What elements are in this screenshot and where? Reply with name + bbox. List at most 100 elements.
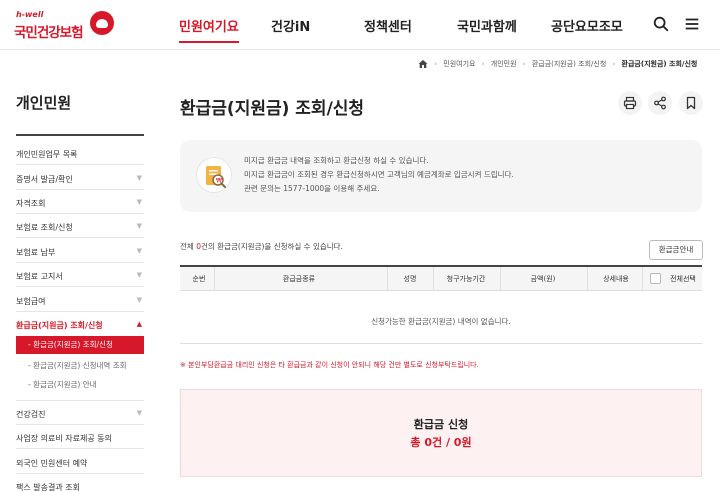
- sidebar-divider: [16, 262, 144, 263]
- count-suffix: 건의 환급금(지원금)을 신청하실 수 있습니다.: [200, 242, 343, 251]
- share-button[interactable]: [648, 91, 672, 115]
- sidebar-subitem-label: 환급금(지원금) 조회/신청: [33, 340, 113, 349]
- sidebar-item-insurance-benefit[interactable]: 보험급여 ▼: [16, 296, 144, 307]
- refund-guide-button[interactable]: 환급금안내: [649, 240, 703, 260]
- sidebar-item-qualification[interactable]: 자격조회 ▼: [16, 198, 144, 209]
- sidebar-item-label: 보험급여: [16, 297, 46, 306]
- column-header-no: 순번: [192, 275, 206, 283]
- sidebar-item-label: 사업장 의료비 자료제공 동의: [16, 434, 112, 443]
- svg-text:₩: ₩: [216, 178, 222, 185]
- sidebar-subitem-refund-inquiry[interactable]: - 환급금(지원금) 조회/신청: [16, 336, 144, 354]
- sidebar-divider: [16, 473, 144, 474]
- sidebar-item-label: 팩스 발송결과 조회: [16, 483, 80, 492]
- table-empty-message: 신청가능한 환급금(지원금) 내역이 없습니다.: [371, 317, 511, 326]
- refund-search-icon: ₩: [196, 157, 232, 193]
- sidebar-item-label: 증명서 발급/확인: [16, 175, 73, 184]
- sidebar-item-label: 보험료 납부: [16, 248, 56, 257]
- sidebar-item-label: 개인민원업무 목록: [16, 150, 78, 159]
- nav-item-health-in[interactable]: 건강iN: [271, 16, 310, 35]
- sidebar-item-premium-inquiry[interactable]: 보험료 조회/신청 ▼: [16, 222, 144, 233]
- logo-subtitle: h-well: [16, 10, 44, 19]
- summary-label: 환급금 신청: [413, 418, 469, 431]
- column-divider: [214, 267, 215, 291]
- sidebar-divider: [16, 237, 144, 238]
- menu-icon[interactable]: [683, 15, 701, 33]
- sidebar-item-fax-result[interactable]: 팩스 발송결과 조회: [16, 482, 144, 492]
- column-header-name: 성명: [403, 275, 417, 283]
- column-header-type: 환급금종류: [282, 275, 316, 283]
- sidebar-divider: [16, 400, 144, 401]
- sidebar-item-refund[interactable]: 환급금(지원금) 조회/신청 ▲: [16, 320, 144, 331]
- sidebar-divider: [16, 189, 144, 190]
- breadcrumb-item[interactable]: 민원여기요: [443, 59, 475, 69]
- chevron-up-icon: ▲: [136, 320, 142, 328]
- column-header-amount: 금액(원): [530, 275, 556, 283]
- breadcrumb-item[interactable]: 개인민원: [491, 59, 517, 69]
- notice-text: ※ 본인부담환급금 대리인 신청은 타 환급금과 같이 신청이 안되니 해당 건…: [180, 361, 479, 369]
- info-box: ₩ 미지급 환급금 내역을 조회하고 환급신청 하실 수 있습니다. 미지급 환…: [180, 140, 702, 212]
- breadcrumb: › 민원여기요 › 개인민원 › 환급금(지원금) 조회/신청 › 환급금(지원…: [418, 59, 697, 71]
- column-divider: [587, 267, 588, 291]
- chevron-down-icon: ▼: [136, 198, 142, 206]
- breadcrumb-item[interactable]: 환급금(지원금) 조회/신청: [532, 59, 606, 69]
- breadcrumb-separator: ›: [434, 60, 438, 68]
- nav-item-minwon[interactable]: 민원여기요: [179, 16, 239, 43]
- breadcrumb-current: 환급금(지원금) 조회/신청: [621, 60, 698, 68]
- chevron-down-icon: ▼: [136, 296, 142, 304]
- sidebar-title-divider: [16, 134, 144, 136]
- sidebar-item-premium-bill[interactable]: 보험료 고지서 ▼: [16, 271, 144, 282]
- column-divider: [387, 267, 388, 291]
- logo-mark-icon: [90, 11, 114, 35]
- breadcrumb-separator: ›: [522, 60, 526, 68]
- column-header-select-all: 전체선택: [670, 275, 696, 283]
- print-icon: [623, 96, 637, 110]
- sidebar-item-label: 자격조회: [16, 199, 46, 208]
- sidebar-item-premium-payment[interactable]: 보험료 납부 ▼: [16, 247, 144, 258]
- refund-count-text: 전체 0건의 환급금(지원금)을 신청하실 수 있습니다.: [180, 241, 343, 252]
- search-icon[interactable]: [652, 15, 670, 33]
- share-icon: [654, 96, 666, 110]
- page-title: 환급금(지원금) 조회/신청: [180, 99, 365, 119]
- nav-item-policy-center[interactable]: 정책센터: [364, 16, 412, 35]
- column-divider: [500, 267, 501, 291]
- logo[interactable]: h-well 국민건강보험: [14, 10, 114, 42]
- site-header: h-well 국민건강보험 민원여기요 건강iN 정책센터 국민과함께 공단요모…: [0, 0, 720, 50]
- sidebar-item-medical-data-consent[interactable]: 사업장 의료비 자료제공 동의: [16, 433, 144, 444]
- refund-summary-panel: 환급금 신청 총 0건 / 0원: [180, 389, 702, 477]
- info-text: 미지급 환급금 내역을 조회하고 환급신청 하실 수 있습니다.: [244, 156, 429, 165]
- sidebar-item-work-list[interactable]: 개인민원업무 목록: [16, 149, 144, 160]
- bookmark-button[interactable]: [679, 91, 703, 115]
- table-bottom-border: [180, 343, 702, 344]
- chevron-down-icon: ▼: [136, 174, 142, 182]
- nav-item-with-public[interactable]: 국민과함께: [457, 16, 517, 35]
- chevron-down-icon: ▼: [136, 271, 142, 279]
- table-header: 순번 환급금종류 성명 청구가능기간 금액(원) 상세내용 전체선택: [180, 265, 702, 291]
- sidebar-item-label: 외국인 민원센터 예약: [16, 459, 88, 468]
- sidebar-divider: [16, 286, 144, 287]
- sidebar-subitem-label: 환급금(지원금) 안내: [33, 380, 97, 389]
- column-divider: [433, 267, 434, 291]
- sidebar: 개인민원 개인민원업무 목록 증명서 발급/확인 ▼ 자격조회 ▼ 보험료 조회/신…: [0, 50, 152, 492]
- column-header-period: 청구가능기간: [446, 275, 486, 283]
- sidebar-item-health-checkup[interactable]: 건강검진 ▼: [16, 409, 144, 420]
- select-all-checkbox[interactable]: [650, 273, 661, 284]
- sidebar-subitem-refund-guide[interactable]: - 환급금(지원금) 안내: [28, 379, 97, 390]
- sidebar-subitem-refund-history[interactable]: - 환급금(지원금) 신청내역 조회: [28, 360, 127, 371]
- nav-item-about[interactable]: 공단요모조모: [551, 16, 623, 35]
- sidebar-item-foreigner-reservation[interactable]: 외국인 민원센터 예약: [16, 458, 144, 469]
- home-icon[interactable]: [418, 59, 428, 69]
- info-text: 미지급 환급금이 조회된 경우 환급신청하시면 고객님의 예금계좌로 입금시켜 …: [244, 170, 514, 179]
- sidebar-item-label: 환급금(지원금) 조회/신청: [16, 321, 103, 330]
- count-prefix: 전체: [180, 242, 197, 251]
- chevron-down-icon: ▼: [136, 409, 142, 417]
- sidebar-item-label: 보험료 조회/신청: [16, 223, 73, 232]
- info-text: 관련 문의는 1577-1000을 이용해 주세요.: [244, 184, 380, 193]
- sidebar-item-certificate[interactable]: 증명서 발급/확인 ▼: [16, 174, 144, 185]
- sidebar-title: 개인민원: [16, 94, 72, 112]
- sidebar-item-label: 보험료 고지서: [16, 272, 63, 281]
- logo-text: 국민건강보험: [14, 25, 84, 41]
- sidebar-divider: [16, 164, 144, 165]
- sidebar-divider: [16, 213, 144, 214]
- print-button[interactable]: [618, 91, 642, 115]
- chevron-down-icon: ▼: [136, 222, 142, 230]
